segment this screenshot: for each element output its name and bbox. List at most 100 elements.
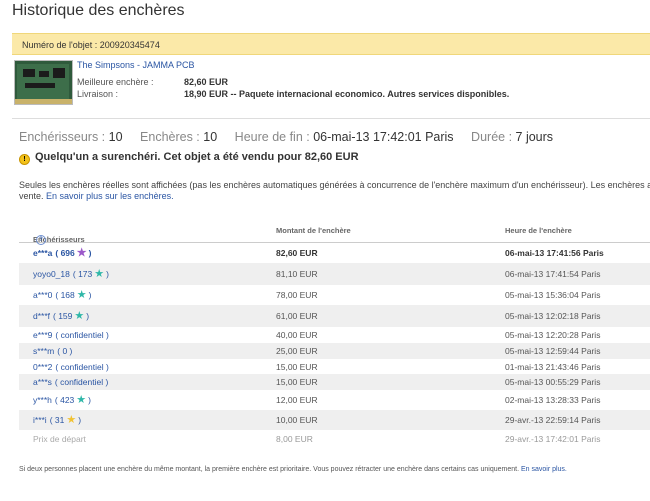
bid-amount: 10,00 EUR	[276, 415, 318, 425]
start-price-amount: 8,00 EUR	[276, 434, 313, 444]
bidder-rating[interactable]: ( 168	[55, 290, 74, 300]
bid-amount: 15,00 EUR	[276, 377, 318, 387]
bid-amount: 25,00 EUR	[276, 346, 318, 356]
shipping-value: 18,90 EUR -- Paquete internacional econo…	[184, 89, 510, 99]
bid-time: 02-mai-13 13:28:33 Paris	[505, 395, 601, 405]
rating-close-paren: )	[88, 248, 92, 258]
divider	[12, 118, 650, 119]
warning-icon: !	[19, 154, 30, 165]
bids-count: 10	[203, 130, 218, 144]
outbid-alert: ! Quelqu'un a surenchéri. Cet objet a été…	[19, 151, 359, 165]
best-bid-value: 82,60 EUR	[184, 77, 229, 87]
table-row: d***f( 159 ★) 61,00 EUR 05-mai-13 12:02:18 …	[19, 305, 650, 327]
bids-label: Enchères :	[140, 130, 200, 144]
bid-amount: 81,10 EUR	[276, 269, 318, 279]
bid-time: 05-mai-13 12:20:28 Paris	[505, 330, 601, 340]
bidder-rating[interactable]: ( confidentiel )	[55, 377, 108, 387]
bidder-name-link[interactable]: i***i	[33, 415, 47, 425]
header-time: Heure de l'enchère	[505, 226, 572, 235]
feedback-star-icon[interactable]: ★	[77, 290, 87, 301]
shipping-label: Livraison :	[77, 89, 119, 99]
note-line-2: vente.	[19, 190, 44, 201]
item-thumbnail[interactable]	[14, 60, 73, 105]
bidder-cell: yoyo0_18( 173 ★)	[33, 269, 109, 280]
item-title-link[interactable]: The Simpsons - JAMMA PCB	[77, 60, 195, 70]
bidder-cell: e***a( 696 ★)	[33, 248, 92, 259]
table-row: y***h( 423 ★) 12,00 EUR 02-mai-13 13:28:33 …	[19, 390, 650, 410]
bidder-name-link[interactable]: a***s	[33, 377, 52, 387]
table-row: i***i( 31 ★) 10,00 EUR 29-avr.-13 22:59:14 …	[19, 410, 650, 430]
feedback-star-icon[interactable]: ★	[94, 269, 104, 280]
bidder-rating[interactable]: ( 159	[53, 311, 72, 321]
bidder-name-link[interactable]: a***0	[33, 290, 52, 300]
note-line-1: Seules les enchères réelles sont affiché…	[19, 180, 650, 190]
page-title: Historique des enchères	[12, 2, 185, 19]
table-row: yoyo0_18( 173 ★) 81,10 EUR 06-mai-13 17:41:…	[19, 263, 650, 285]
bid-amount: 40,00 EUR	[276, 330, 318, 340]
table-row-start-price: Prix de départ 8,00 EUR 29-avr.-13 17:42…	[19, 430, 650, 448]
start-price-time: 29-avr.-13 17:42:01 Paris	[505, 434, 601, 444]
footer-note: Si deux personnes placent une enchère du…	[19, 466, 567, 473]
bidder-cell: i***i( 31 ★)	[33, 415, 82, 426]
bidder-cell: e***9( confidentiel )	[33, 330, 109, 340]
item-number: Numéro de l'objet : 200920345474	[22, 40, 160, 50]
footer-learn-more-link[interactable]: En savoir plus.	[521, 466, 567, 473]
end-time-label: Heure de fin :	[234, 130, 310, 144]
feedback-star-icon[interactable]: ★	[66, 415, 76, 426]
rating-close-paren: )	[88, 290, 92, 300]
bid-amount: 82,60 EUR	[276, 248, 318, 258]
table-row: a***s( confidentiel ) 15,00 EUR 05-mai-13 …	[19, 374, 650, 390]
learn-more-bids-link[interactable]: En savoir plus sur les enchères.	[46, 191, 174, 201]
bid-history-table: Enchérisseurs? Montant de l'enchère Heur…	[19, 217, 650, 448]
bidder-name-link[interactable]: s***m	[33, 346, 54, 356]
bidder-name-link[interactable]: 0***2	[33, 362, 52, 372]
bidder-cell: a***0( 168 ★)	[33, 290, 92, 301]
bidder-rating[interactable]: ( 0 )	[57, 346, 72, 356]
bidder-name-link[interactable]: e***a	[33, 248, 52, 258]
rating-close-paren: )	[88, 395, 91, 405]
feedback-star-icon[interactable]: ★	[74, 311, 84, 322]
alert-text: Quelqu'un a surenchéri. Cet objet a été …	[35, 151, 359, 163]
bidder-rating[interactable]: ( 31	[50, 415, 65, 425]
table-header: Enchérisseurs? Montant de l'enchère Heur…	[19, 217, 650, 245]
bidder-rating[interactable]: ( confidentiel )	[55, 330, 108, 340]
bidder-cell: 0***2( confidentiel )	[33, 362, 109, 372]
bid-time: 05-mai-13 00:55:29 Paris	[505, 377, 601, 387]
bidder-name-link[interactable]: d***f	[33, 311, 50, 321]
duration-value: 7 jours	[515, 130, 554, 144]
feedback-star-icon[interactable]: ★	[77, 248, 87, 259]
bidder-rating[interactable]: ( 173	[73, 269, 92, 279]
bid-amount: 78,00 EUR	[276, 290, 318, 300]
duration-label: Durée :	[471, 130, 513, 144]
bidder-rating[interactable]: ( 696	[55, 248, 74, 258]
rating-close-paren: )	[106, 269, 109, 279]
bidders-label: Enchérisseurs :	[19, 130, 106, 144]
bidder-name-link[interactable]: yoyo0_18	[33, 269, 70, 279]
bidder-cell: a***s( confidentiel )	[33, 377, 108, 387]
rating-close-paren: )	[86, 311, 90, 321]
table-row: e***9( confidentiel ) 40,00 EUR 05-mai-13 …	[19, 327, 650, 343]
bidder-rating[interactable]: ( 423	[55, 395, 74, 405]
bid-time: 05-mai-13 12:59:44 Paris	[505, 346, 601, 356]
table-row: 0***2( confidentiel ) 15,00 EUR 01-mai-13 …	[19, 359, 650, 374]
auction-stats: Enchérisseurs : 10 Enchères : 10 Heure d…	[19, 130, 553, 144]
bid-time: 29-avr.-13 22:59:14 Paris	[505, 415, 601, 425]
best-bid-label: Meilleure enchère :	[77, 77, 154, 87]
table-row: s***m( 0 ) 25,00 EUR 05-mai-13 12:59:44 Pa…	[19, 343, 650, 359]
table-row: a***0( 168 ★) 78,00 EUR 05-mai-13 15:36:04 …	[19, 285, 650, 305]
bidder-name-link[interactable]: y***h	[33, 395, 52, 405]
bid-time: 01-mai-13 21:43:46 Paris	[505, 361, 601, 372]
bidder-cell: y***h( 423 ★)	[33, 395, 91, 406]
bidder-cell: d***f( 159 ★)	[33, 311, 90, 322]
bid-amount: 12,00 EUR	[276, 395, 318, 405]
feedback-star-icon[interactable]: ★	[76, 395, 86, 406]
footer-text: Si deux personnes placent une enchère du…	[19, 466, 520, 473]
bid-time: 06-mai-13 17:41:56 Paris	[505, 248, 604, 258]
bidder-rating[interactable]: ( confidentiel )	[55, 362, 108, 372]
table-row: e***a( 696 ★) 82,60 EUR 06-mai-13 17:41:56 …	[19, 243, 650, 263]
bids-note: Seules les enchères réelles sont affiché…	[19, 180, 650, 201]
header-amount: Montant de l'enchère	[276, 226, 351, 235]
rating-close-paren: )	[78, 415, 82, 425]
bid-time: 05-mai-13 12:02:18 Paris	[505, 311, 601, 321]
bidder-name-link[interactable]: e***9	[33, 330, 52, 340]
